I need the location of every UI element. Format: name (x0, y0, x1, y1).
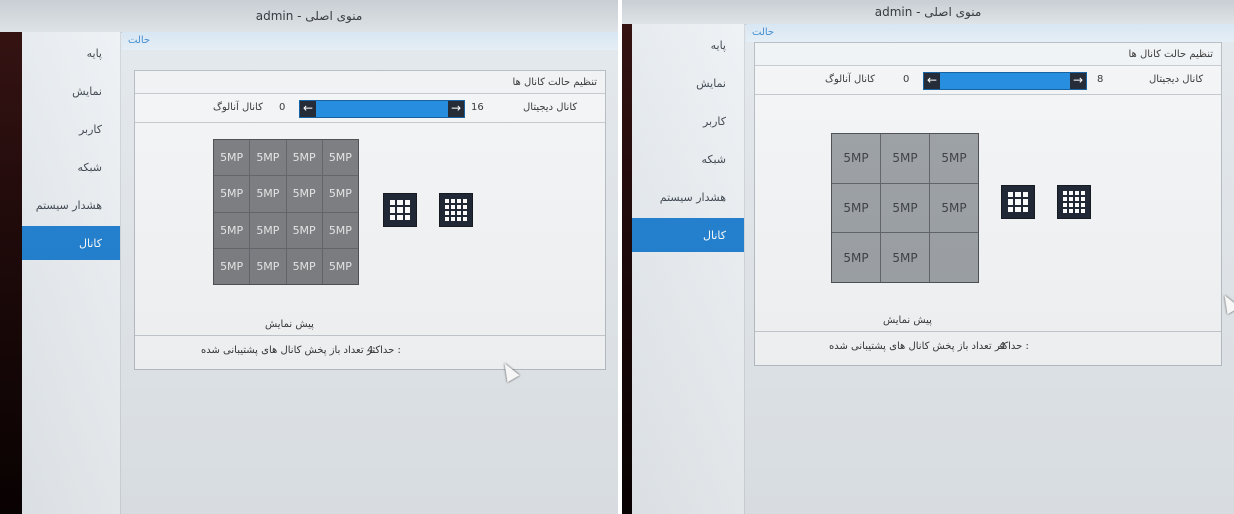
channel-cell: 5MP (214, 248, 250, 284)
screen-photo-right: admin - منوی اصلی پایه نمایش کاربر شبکه … (622, 0, 1234, 514)
background-strip (622, 24, 632, 514)
channel-cell: 5MP (881, 183, 929, 233)
screen-photo-left: admin - منوی اصلی پایه نمایش کاربر شبکه … (0, 0, 618, 514)
channel-mode-panel: تنظیم حالت کانال ها کانال آنالوگ 0 ← → 8… (754, 42, 1222, 366)
digital-channel-label: کانال دیجیتال (1149, 74, 1204, 85)
sidebar-item-channel[interactable]: کانال (632, 218, 744, 252)
channel-cell: 5MP (322, 212, 358, 248)
channel-slider-row: کانال آنالوگ 0 ← → 16 کانال دیجیتال (135, 94, 605, 123)
sidebar-item-user[interactable]: کاربر (632, 104, 744, 138)
main-content: حالت تنظیم حالت کانال ها کانال آنالوگ 0 … (122, 32, 618, 514)
grid-16-icon[interactable] (439, 193, 473, 227)
settings-sidebar: پایه نمایش کاربر شبکه هشدار سیستم کانال (632, 24, 745, 514)
channel-cell: 5MP (832, 183, 880, 233)
channel-cell: 5MP (214, 212, 250, 248)
channel-slider-row: کانال آنالوگ 0 ← → 8 کانال دیجیتال (755, 66, 1221, 95)
analog-channel-label: کانال آنالوگ (825, 74, 875, 85)
settings-sidebar: پایه نمایش کاربر شبکه هشدار سیستم کانال (22, 32, 121, 514)
channel-cell: 5MP (286, 140, 322, 176)
playback-limit-value: 4 (367, 345, 374, 356)
channel-cell: 5MP (286, 176, 322, 212)
channel-cell: 5MP (322, 140, 358, 176)
channel-cell: 5MP (930, 183, 978, 233)
channel-cell: 5MP (214, 140, 250, 176)
digital-channel-value: 8 (1097, 74, 1104, 85)
channel-cell: 5MP (214, 176, 250, 212)
arrow-left-icon[interactable]: ← (924, 73, 940, 89)
channel-slider[interactable]: ← → (299, 100, 465, 118)
sidebar-item-basic[interactable]: پایه (632, 28, 744, 62)
sidebar-item-system-alarm[interactable]: هشدار سیستم (22, 188, 120, 222)
channel-cell: 5MP (250, 176, 286, 212)
channel-preview-grid: 5MP 5MP 5MP 5MP 5MP 5MP 5MP 5MP (831, 133, 979, 283)
arrow-right-icon[interactable]: → (448, 101, 464, 117)
analog-channel-value: 0 (279, 102, 286, 113)
breadcrumb: حالت (746, 24, 1234, 42)
background-strip (0, 32, 22, 514)
channel-preview-grid: 5MP 5MP 5MP 5MP 5MP 5MP 5MP 5MP 5MP 5MP 5MP 5MP 5MP 5… (213, 139, 359, 285)
channel-mode-panel: تنظیم حالت کانال ها کانال آنالوگ 0 ← → 1… (134, 70, 606, 370)
panel-title: تنظیم حالت کانال ها (135, 71, 605, 94)
channel-cell: 5MP (322, 176, 358, 212)
window-title-bar: admin - منوی اصلی (0, 0, 618, 33)
arrow-right-icon[interactable]: → (1070, 73, 1086, 89)
channel-cell: 5MP (286, 212, 322, 248)
main-content: حالت تنظیم حالت کانال ها کانال آنالوگ 0 … (746, 24, 1234, 514)
digital-channel-label: کانال دیجیتال (523, 102, 578, 113)
channel-cell: 5MP (286, 248, 322, 284)
channel-cell: 5MP (881, 134, 929, 183)
divider (135, 335, 605, 336)
preview-label: پیش نمایش (883, 315, 932, 326)
channel-cell: 5MP (881, 233, 929, 282)
channel-cell (930, 233, 978, 282)
breadcrumb: حالت (122, 32, 618, 50)
preview-label: پیش نمایش (265, 319, 314, 330)
analog-channel-label: کانال آنالوگ (213, 102, 263, 113)
panel-title: تنظیم حالت کانال ها (755, 43, 1221, 66)
sidebar-item-basic[interactable]: پایه (22, 36, 120, 70)
sidebar-item-network[interactable]: شبکه (22, 150, 120, 184)
grid-16-icon[interactable] (1057, 185, 1091, 219)
channel-cell: 5MP (250, 212, 286, 248)
window-title-bar: admin - منوی اصلی (622, 0, 1234, 25)
sidebar-item-channel[interactable]: کانال (22, 226, 120, 260)
grid-9-icon[interactable] (383, 193, 417, 227)
channel-cell: 5MP (930, 134, 978, 183)
channel-cell: 5MP (250, 248, 286, 284)
channel-cell: 5MP (322, 248, 358, 284)
channel-slider[interactable]: ← → (923, 72, 1087, 90)
sidebar-item-user[interactable]: کاربر (22, 112, 120, 146)
window-title: admin - منوی اصلی (874, 5, 982, 19)
sidebar-item-display[interactable]: نمایش (632, 66, 744, 100)
sidebar-item-display[interactable]: نمایش (22, 74, 120, 108)
arrow-left-icon[interactable]: ← (300, 101, 316, 117)
sidebar-item-network[interactable]: شبکه (632, 142, 744, 176)
digital-channel-value: 16 (471, 102, 484, 113)
channel-cell: 5MP (250, 140, 286, 176)
playback-limit-value: 4 (999, 341, 1006, 352)
sidebar-item-system-alarm[interactable]: هشدار سیستم (632, 180, 744, 214)
divider (755, 331, 1221, 332)
channel-cell: 5MP (832, 233, 880, 282)
grid-9-icon[interactable] (1001, 185, 1035, 219)
channel-cell: 5MP (832, 134, 880, 183)
window-title: admin - منوی اصلی (255, 9, 363, 23)
analog-channel-value: 0 (903, 74, 910, 85)
